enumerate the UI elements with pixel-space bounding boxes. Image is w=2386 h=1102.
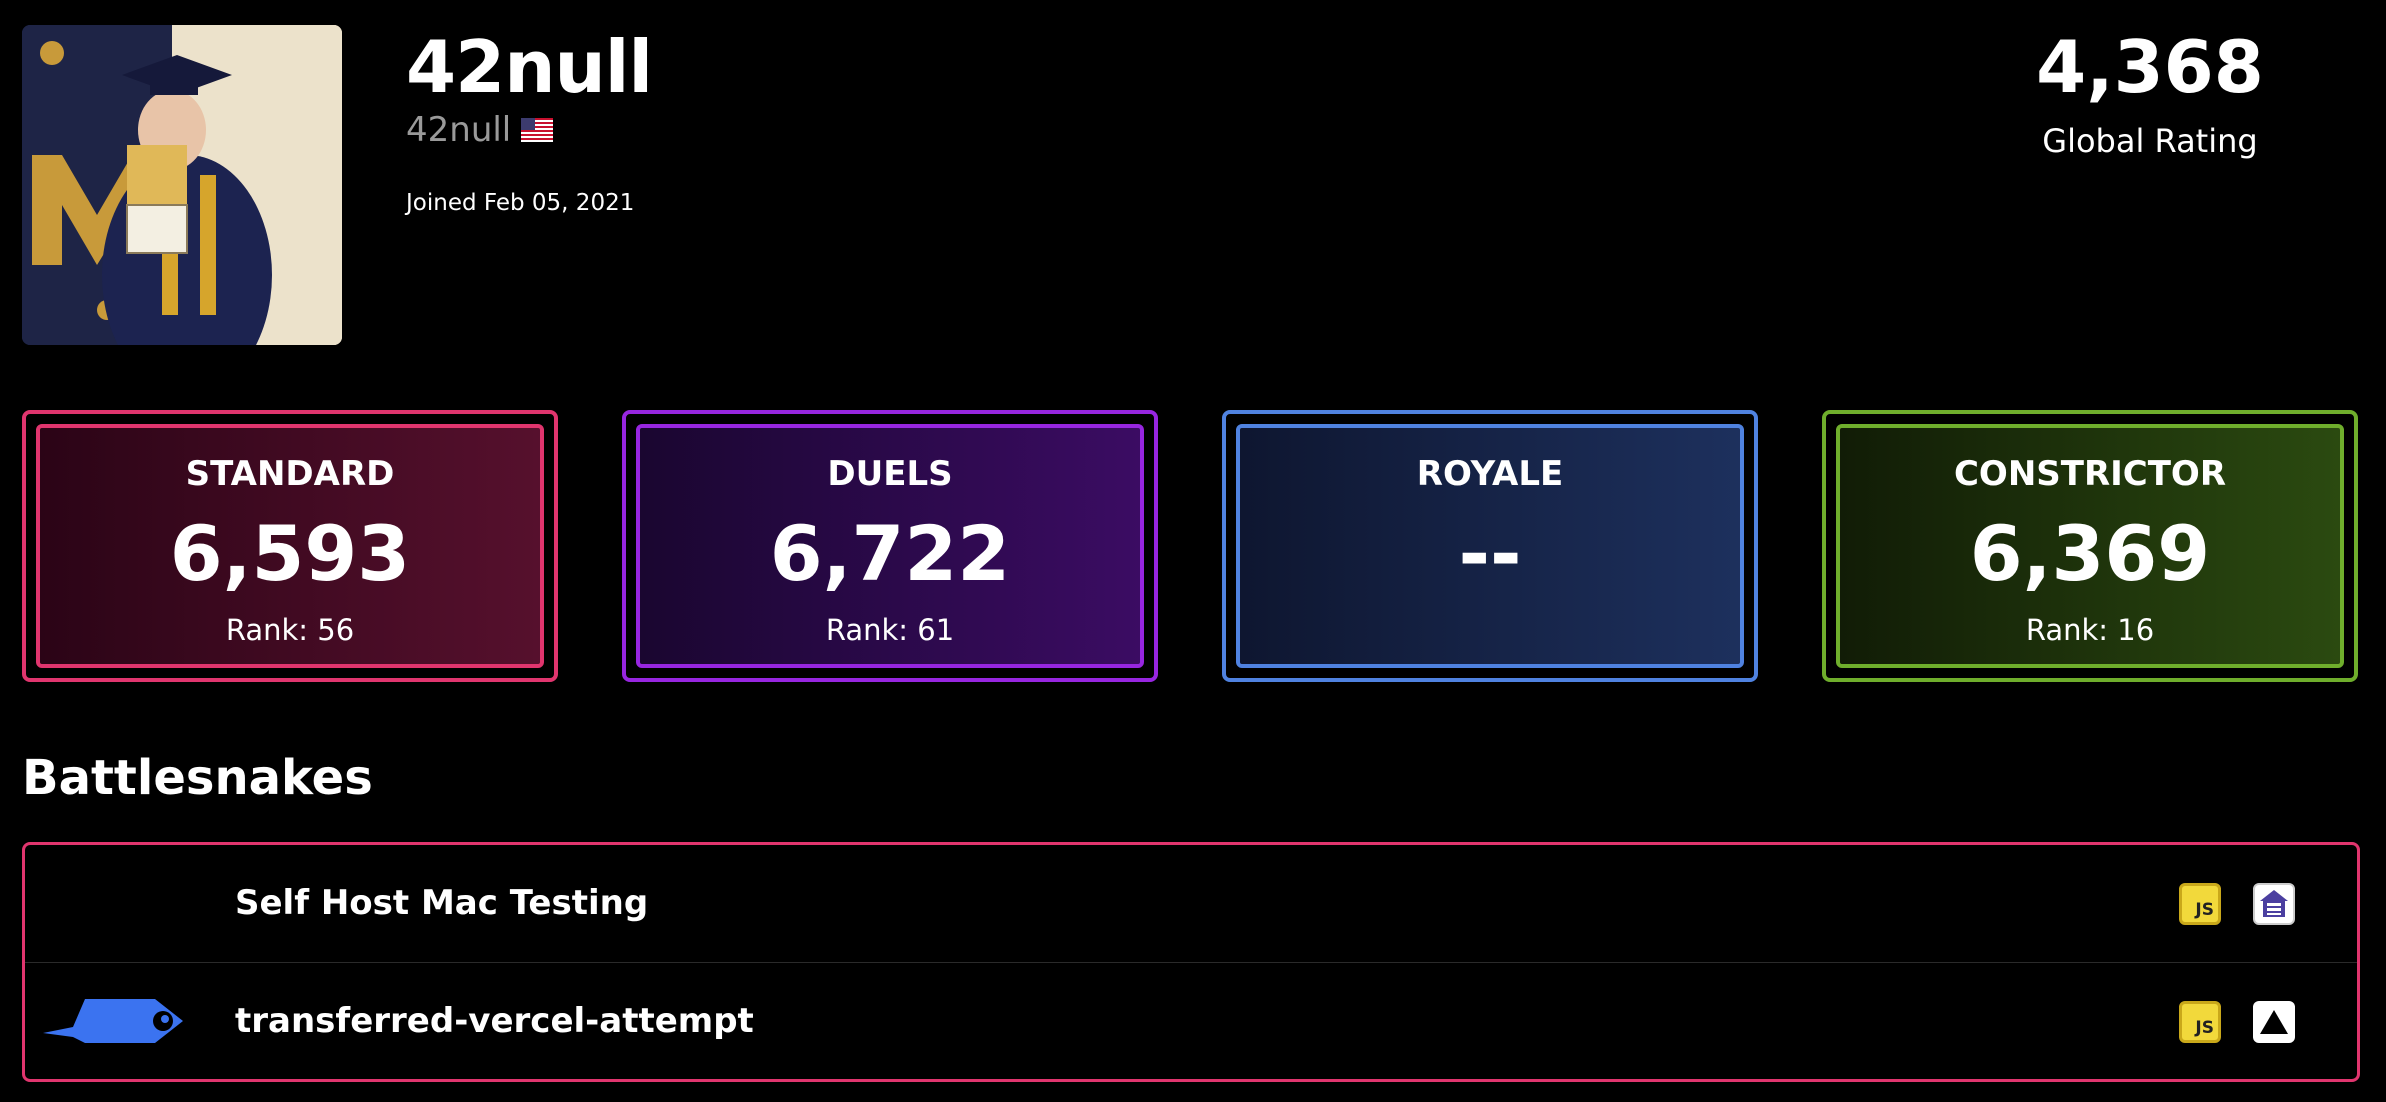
profile-avatar xyxy=(22,25,342,345)
mode-rank: Rank: 61 xyxy=(825,613,955,647)
global-rating-value: 4,368 xyxy=(2036,25,2264,109)
battlesnake-row-self-host-mac-testing[interactable]: Self Host Mac Testing JS xyxy=(25,845,2357,962)
battlesnake-name[interactable]: Self Host Mac Testing xyxy=(235,845,648,962)
self-host-icon xyxy=(2253,883,2295,925)
profile-handle-row: 42null xyxy=(406,106,554,154)
mode-rating: 6,369 xyxy=(1969,509,2211,598)
battlesnake-row-transferred-vercel-attempt[interactable]: transferred-vercel-attempt JS xyxy=(25,962,2357,1079)
mode-card-standard: STANDARD 6,593 Rank: 56 xyxy=(22,410,558,682)
vercel-icon xyxy=(2253,1001,2295,1043)
global-rating-label: Global Rating xyxy=(2042,122,2258,160)
joined-date: Joined Feb 05, 2021 xyxy=(406,190,635,216)
snake-head-icon xyxy=(43,999,183,1043)
mode-card-royale: ROYALE -- xyxy=(1222,410,1758,682)
mode-title: CONSTRICTOR xyxy=(1953,454,2227,494)
battlesnake-list: Self Host Mac Testing JS transferred-ver… xyxy=(22,842,2360,1082)
mode-rating: -- xyxy=(1458,509,1522,598)
battlesnakes-heading: Battlesnakes xyxy=(22,750,373,806)
javascript-icon: JS xyxy=(2179,1001,2221,1043)
mode-rank: Rank: 56 xyxy=(225,613,355,647)
mode-card-constrictor: CONSTRICTOR 6,369 Rank: 16 xyxy=(1822,410,2358,682)
mode-rank: Rank: 16 xyxy=(2025,613,2155,647)
global-rating: 4,368 Global Rating xyxy=(2020,20,2280,166)
mode-title: DUELS xyxy=(827,454,953,494)
profile-name: 42null xyxy=(406,25,653,109)
us-flag-icon xyxy=(521,118,554,142)
javascript-icon: JS xyxy=(2179,883,2221,925)
mode-rating: 6,593 xyxy=(169,509,411,598)
mode-title: STANDARD xyxy=(185,454,395,494)
mode-card-duels: DUELS 6,722 Rank: 61 xyxy=(622,410,1158,682)
profile-handle: 42null xyxy=(406,110,512,150)
mode-rating: 6,722 xyxy=(769,509,1011,598)
battlesnake-name[interactable]: transferred-vercel-attempt xyxy=(235,963,754,1079)
mode-title: ROYALE xyxy=(1416,454,1564,494)
